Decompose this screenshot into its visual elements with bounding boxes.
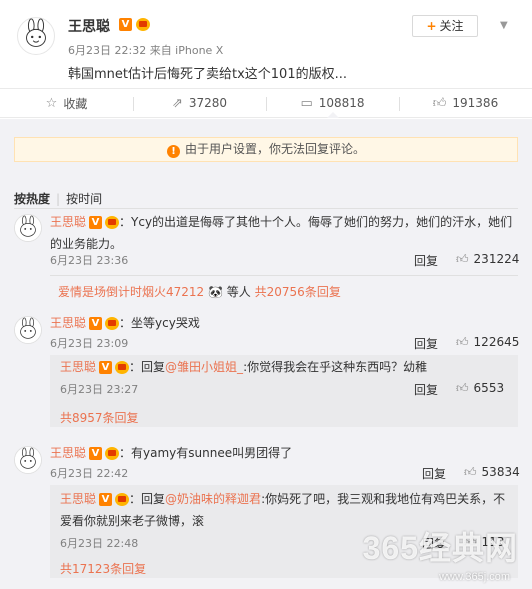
site-watermark: 365经典网 <box>362 530 518 566</box>
comment-body: 王思聪 V ：有yamy有sunnee叫男团得了 <box>50 446 293 460</box>
follow-label: 关注 <box>439 19 464 33</box>
rabbit-avatar-icon <box>15 215 41 241</box>
post-author-name[interactable]: 王思聪 <box>68 16 110 36</box>
share-action[interactable]: ⇗ 37280 <box>133 89 266 117</box>
reply-count-link[interactable]: 共17123条回复 <box>60 560 146 577</box>
reply-summary[interactable]: 爱情是场倒计时烟火47212 🐼 等人 共20756条回复 <box>58 283 341 300</box>
reply-button[interactable]: 回复 <box>414 335 438 352</box>
comment-avatar[interactable] <box>14 214 42 242</box>
thumb-up-icon: 👍︎ <box>456 252 469 266</box>
star-icon: ☆ <box>45 95 58 111</box>
comment-author[interactable]: 王思聪 <box>50 316 86 330</box>
sub-reply-author[interactable]: 王思聪 <box>60 492 96 506</box>
thumb-up-icon: 👍︎ <box>456 335 469 349</box>
share-icon: ⇗ <box>171 95 183 111</box>
comment-icon: ▭ <box>300 95 313 111</box>
reply-disabled-notice: ! 由于用户设置，你无法回复评论。 <box>14 137 518 162</box>
vip-crown-icon <box>105 216 120 229</box>
follow-button[interactable]: + 关注 <box>412 15 478 37</box>
comment-time: 6月23日 22:42 <box>50 467 129 480</box>
like-count: 191386 <box>452 96 499 110</box>
panda-emoji-icon: 🐼 <box>208 285 223 299</box>
comment-avatar[interactable] <box>14 446 42 474</box>
verified-v-icon: V <box>89 317 103 330</box>
rabbit-avatar-icon <box>18 18 54 54</box>
site-watermark-url: www.365j.com <box>439 571 510 583</box>
reply-count-link[interactable]: 共20756条回复 <box>255 285 341 299</box>
chevron-down-icon[interactable]: ▼ <box>500 20 508 31</box>
tab-sort-hot[interactable]: 按热度 <box>14 192 50 206</box>
mention-link[interactable]: @雏田小姐姐_ <box>165 360 243 374</box>
comment-like-count: 122645 <box>473 335 520 349</box>
comment-like-button[interactable]: 👍︎ 122645 <box>456 335 519 350</box>
sub-reply-button[interactable]: 回复 <box>414 381 438 398</box>
author-badges: V <box>119 17 150 31</box>
vip-crown-icon <box>105 317 120 330</box>
comment-sort-tabs: 按热度 | 按时间 <box>14 192 103 206</box>
author-avatar[interactable] <box>17 17 55 55</box>
comment-time: 6月23日 23:09 <box>50 337 129 350</box>
comment-body: 王思聪 V ：Ycy的出道是侮辱了其他十个人。侮辱了她们的努力，她们的汗水，她们的业… <box>50 215 513 251</box>
post-text: 韩国mnet估计后悔死了卖给tx这个101的版权... <box>68 67 347 82</box>
comment-text: 有yamy有sunnee叫男团得了 <box>131 446 293 460</box>
plus-icon: + <box>426 19 437 33</box>
comment-author[interactable]: 王思聪 <box>50 215 86 229</box>
warning-icon: ! <box>166 145 180 158</box>
notice-text: 由于用户设置，你无法回复评论。 <box>184 142 365 156</box>
sub-reply-author[interactable]: 王思聪 <box>60 360 96 374</box>
sub-reply-body: 王思聪 V ：回复@雏田小姐姐_:你觉得我会在乎这种东西吗？幼稚 <box>60 360 428 374</box>
vip-crown-icon <box>136 18 150 31</box>
sub-reply-time: 6月23日 23:27 <box>60 383 139 396</box>
comment-like-button[interactable]: 👍︎ 53834 <box>464 465 520 480</box>
comment-section: ! 由于用户设置，你无法回复评论。 按热度 | 按时间 王思聪 V ：Ycy的出道是侮辱了… <box>0 119 532 589</box>
vip-crown-icon <box>115 493 130 506</box>
rabbit-avatar-icon <box>15 447 41 473</box>
verified-v-icon: V <box>99 361 113 374</box>
tab-sort-time[interactable]: 按时间 <box>66 192 102 206</box>
reply-summary-user[interactable]: 爱情是场倒计时烟火47212 <box>58 285 204 299</box>
comment-body: 王思聪 V ：坐等ycy哭戏 <box>50 316 200 330</box>
verified-v-icon: V <box>99 493 113 506</box>
comment-time: 6月23日 23:36 <box>50 254 129 267</box>
comment-action[interactable]: ▭ 108818 <box>266 89 399 118</box>
reply-button[interactable]: 回复 <box>422 465 446 482</box>
reply-button[interactable]: 回复 <box>414 252 438 269</box>
thumb-up-icon: 👍︎ <box>464 465 477 479</box>
sub-reply-text: :你觉得我会在乎这种东西吗？幼稚 <box>243 360 428 374</box>
favorite-action[interactable]: ☆ 收藏 <box>0 89 133 117</box>
sub-reply-like-count: 6553 <box>473 381 505 395</box>
mention-link[interactable]: @奶油味的释迦君 <box>165 492 261 506</box>
comment-count: 108818 <box>318 96 365 110</box>
reply-count-link[interactable]: 共8957条回复 <box>60 409 139 426</box>
comment-text: 坐等ycy哭戏 <box>131 316 200 330</box>
comment-like-count: 231224 <box>473 252 520 266</box>
sub-reply-time: 6月23日 22:48 <box>60 537 139 550</box>
favorite-label: 收藏 <box>63 96 88 111</box>
sort-divider <box>14 208 518 209</box>
thumb-up-icon: 👍︎ <box>456 381 469 395</box>
post-action-bar: ☆ 收藏 ⇗ 37280 ▭ 108818 👍︎ 191386 <box>0 88 532 118</box>
comment-like-count: 53834 <box>481 465 520 479</box>
vip-crown-icon <box>115 361 130 374</box>
comment-avatar[interactable] <box>14 316 42 344</box>
verified-v-icon: V <box>119 18 132 31</box>
sub-reply-like-button[interactable]: 👍︎ 6553 <box>456 381 504 396</box>
vip-crown-icon <box>105 447 120 460</box>
weibo-post: 王思聪 V 6月23日 22:32 来自 iPhone X 韩国mnet估计后悔… <box>0 0 532 86</box>
comment-like-button[interactable]: 👍︎ 231224 <box>456 252 519 267</box>
rabbit-avatar-icon <box>15 317 41 343</box>
thumb-up-icon: 👍︎ <box>432 95 447 111</box>
like-action[interactable]: 👍︎ 191386 <box>399 89 532 117</box>
comment-author[interactable]: 王思聪 <box>50 446 86 460</box>
share-count: 37280 <box>188 96 228 110</box>
verified-v-icon: V <box>89 216 103 229</box>
post-meta: 6月23日 22:32 来自 iPhone X <box>68 44 224 57</box>
verified-v-icon: V <box>89 447 103 460</box>
